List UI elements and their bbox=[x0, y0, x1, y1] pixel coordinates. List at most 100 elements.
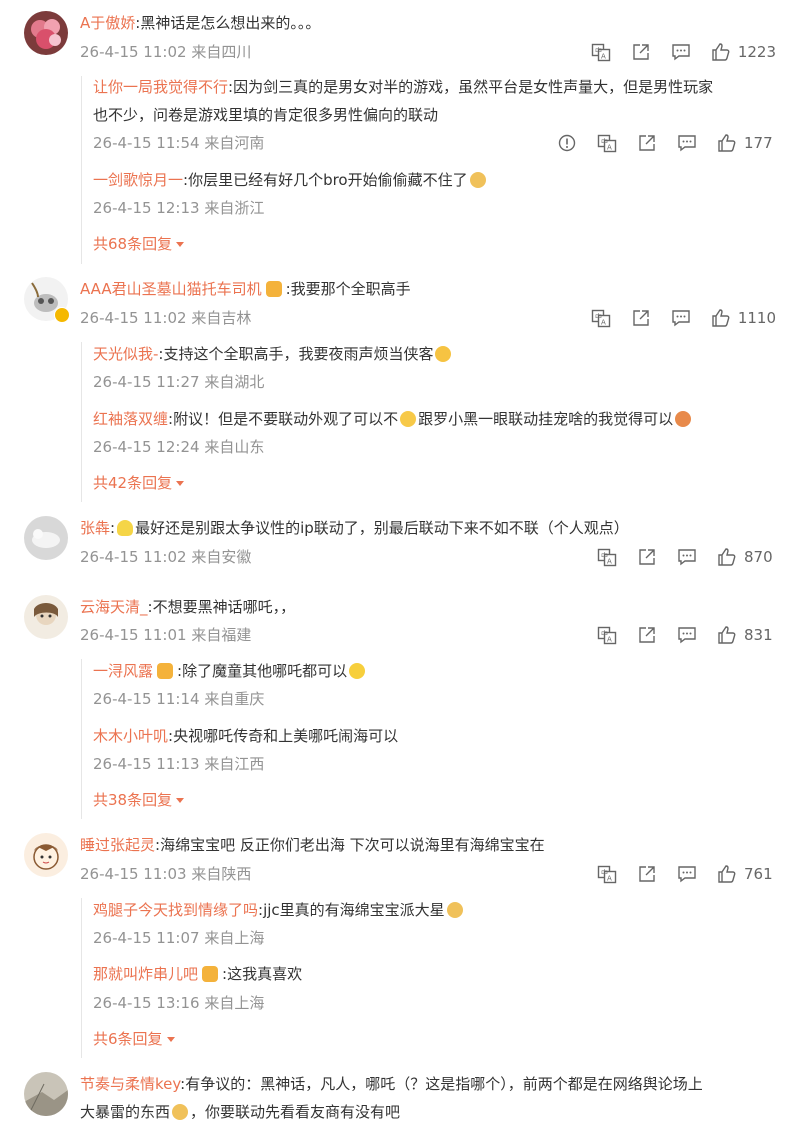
reply-meta: 26-4-15 12:24 来自山东 bbox=[93, 438, 265, 456]
reply-text: 一剑歌惊月一:你层里已经有好几个bro开始偷偷藏不住了 bbox=[93, 168, 488, 192]
lightbulb-emoji-icon bbox=[117, 520, 134, 536]
comment-meta: 26-4-15 11:02 来自安徽 bbox=[80, 548, 252, 566]
avatar[interactable] bbox=[24, 595, 68, 639]
reply-text: 天光似我-:支持这个全职高手，我要夜雨声烦当侠客 bbox=[93, 342, 453, 366]
doge-emoji-icon bbox=[469, 172, 486, 188]
comment-icon[interactable] bbox=[670, 307, 692, 329]
avatar[interactable] bbox=[24, 1072, 68, 1116]
like-count: 177 bbox=[744, 134, 773, 152]
comment-meta: 26-4-15 11:02 来自吉林 bbox=[80, 309, 252, 327]
username[interactable]: 节奏与柔情key bbox=[80, 1075, 180, 1093]
reply-text: 那就叫炸串儿吧:这我真喜欢 bbox=[93, 965, 303, 983]
svg-text:A: A bbox=[607, 636, 612, 644]
avatar[interactable] bbox=[24, 833, 68, 877]
share-icon[interactable] bbox=[630, 41, 652, 63]
star-emoji-icon bbox=[349, 663, 366, 679]
reply-meta: 26-4-15 11:27 来自湖北 bbox=[93, 373, 265, 391]
translate-icon[interactable]: 中A bbox=[596, 863, 618, 885]
avatar[interactable] bbox=[24, 516, 68, 560]
reply-text: 让你一局我觉得不行:因为剑三真的是男女对半的游戏，虽然平台是女性声量大，但是男性… bbox=[93, 78, 714, 96]
reply-meta: 26-4-15 11:07 来自上海 bbox=[93, 929, 265, 947]
username[interactable]: 一剑歌惊月一 bbox=[93, 171, 183, 189]
reply-text-continued: 也不少，问卷是游戏里填的肯定很多男性偏向的联动 bbox=[93, 106, 439, 124]
comment-actions: 中A 761 bbox=[578, 862, 776, 886]
comment-text: 云海天清_:不想要黑神话哪吒，， bbox=[80, 598, 296, 616]
reply-actions: 中A 177 bbox=[538, 131, 776, 155]
comment-actions: 中A 1223 bbox=[572, 40, 776, 64]
comment-icon[interactable] bbox=[676, 132, 698, 154]
reply-meta: 26-4-15 11:54 来自河南 bbox=[93, 134, 265, 152]
comment-text: 节奏与柔情key:有争议的：黑神话，凡人，哪吒（？这是指哪个），前两个都是在网络… bbox=[80, 1075, 703, 1093]
sweat-emoji-icon bbox=[400, 411, 417, 427]
avatar[interactable] bbox=[24, 11, 68, 55]
doge-emoji-icon bbox=[446, 902, 463, 918]
reply-thread-bar bbox=[81, 898, 82, 1058]
username[interactable]: 张犇 bbox=[80, 519, 110, 537]
translate-icon[interactable]: 中A bbox=[596, 546, 618, 568]
reply-thread-bar bbox=[81, 76, 82, 264]
reply-text: 鸡腿子今天找到情缘了吗:jjc里真的有海绵宝宝派大星 bbox=[93, 898, 465, 922]
caret-down-icon bbox=[166, 1037, 175, 1042]
comment-icon[interactable] bbox=[676, 546, 698, 568]
reply-text: 木木小叶叽:央视哪吒传奇和上美哪吒闹海可以 bbox=[93, 727, 399, 745]
reply-text: 红袖落双缠:附议！但是不要联动外观了可以不 跟罗小黑一眼联动挂宠啥的我觉得可以 bbox=[93, 407, 693, 431]
facepalm-emoji-icon bbox=[675, 411, 692, 427]
comment-actions: 中A 831 bbox=[578, 623, 776, 647]
more-replies-link[interactable]: 共68条回复 bbox=[93, 233, 185, 255]
reply-meta: 26-4-15 11:14 来自重庆 bbox=[93, 690, 265, 708]
username[interactable]: 云海天清_ bbox=[80, 598, 148, 616]
report-icon[interactable] bbox=[556, 132, 578, 154]
comment-icon[interactable] bbox=[670, 41, 692, 63]
username[interactable]: 一浔风露 bbox=[93, 662, 153, 680]
share-icon[interactable] bbox=[636, 863, 658, 885]
like-icon[interactable] bbox=[710, 41, 732, 63]
more-replies-link[interactable]: 共42条回复 bbox=[93, 472, 185, 494]
like-count: 761 bbox=[744, 865, 773, 883]
share-icon[interactable] bbox=[630, 307, 652, 329]
share-icon[interactable] bbox=[636, 546, 658, 568]
reply-meta: 26-4-15 11:13 来自江西 bbox=[93, 755, 265, 773]
username[interactable]: 天光似我- bbox=[93, 345, 158, 363]
username[interactable]: 红袖落双缠 bbox=[93, 410, 168, 428]
username[interactable]: 那就叫炸串儿吧 bbox=[93, 965, 198, 983]
username[interactable]: 让你一局我觉得不行 bbox=[93, 78, 228, 96]
translate-icon[interactable]: 中A bbox=[590, 41, 612, 63]
like-icon[interactable] bbox=[716, 863, 738, 885]
username[interactable]: AAA君山圣墓山猫托车司机 bbox=[80, 280, 262, 298]
username[interactable]: A于傲娇 bbox=[80, 14, 135, 32]
reply-meta: 26-4-15 13:16 来自上海 bbox=[93, 994, 265, 1012]
tongue-emoji-icon bbox=[435, 346, 452, 362]
crown-badge-icon bbox=[202, 966, 219, 982]
crown-badge-icon bbox=[157, 663, 174, 679]
doge-emoji-icon bbox=[172, 1104, 189, 1120]
like-icon[interactable] bbox=[710, 307, 732, 329]
caret-down-icon bbox=[176, 798, 185, 803]
more-replies-link[interactable]: 共6条回复 bbox=[93, 1028, 175, 1050]
like-icon[interactable] bbox=[716, 624, 738, 646]
comment-text: AAA君山圣墓山猫托车司机:我要那个全职高手 bbox=[80, 280, 411, 298]
like-count: 1223 bbox=[737, 43, 776, 61]
comment-text: 睡过张起灵:海绵宝宝吧 反正你们老出海 下次可以说海里有海绵宝宝在 bbox=[80, 836, 545, 854]
username[interactable]: 睡过张起灵 bbox=[80, 836, 155, 854]
username[interactable]: 木木小叶叽 bbox=[93, 727, 168, 745]
like-icon[interactable] bbox=[716, 546, 738, 568]
translate-icon[interactable]: 中A bbox=[590, 307, 612, 329]
comment-icon[interactable] bbox=[676, 624, 698, 646]
comment-meta: 26-4-15 11:01 来自福建 bbox=[80, 626, 252, 644]
svg-text:A: A bbox=[601, 319, 606, 327]
share-icon[interactable] bbox=[636, 624, 658, 646]
like-icon[interactable] bbox=[716, 132, 738, 154]
svg-text:A: A bbox=[607, 144, 612, 152]
reply-text: 一浔风露:除了魔童其他哪吒都可以 bbox=[93, 659, 367, 683]
fade-overlay bbox=[650, 1092, 802, 1127]
like-count: 870 bbox=[744, 548, 773, 566]
reply-meta: 26-4-15 12:13 来自浙江 bbox=[93, 199, 265, 217]
translate-icon[interactable]: 中A bbox=[596, 624, 618, 646]
username[interactable]: 鸡腿子今天找到情缘了吗 bbox=[93, 901, 258, 919]
more-replies-link[interactable]: 共38条回复 bbox=[93, 789, 185, 811]
like-count: 1110 bbox=[737, 309, 776, 327]
verified-badge-icon bbox=[54, 307, 70, 323]
comment-icon[interactable] bbox=[676, 863, 698, 885]
translate-icon[interactable]: 中A bbox=[596, 132, 618, 154]
share-icon[interactable] bbox=[636, 132, 658, 154]
